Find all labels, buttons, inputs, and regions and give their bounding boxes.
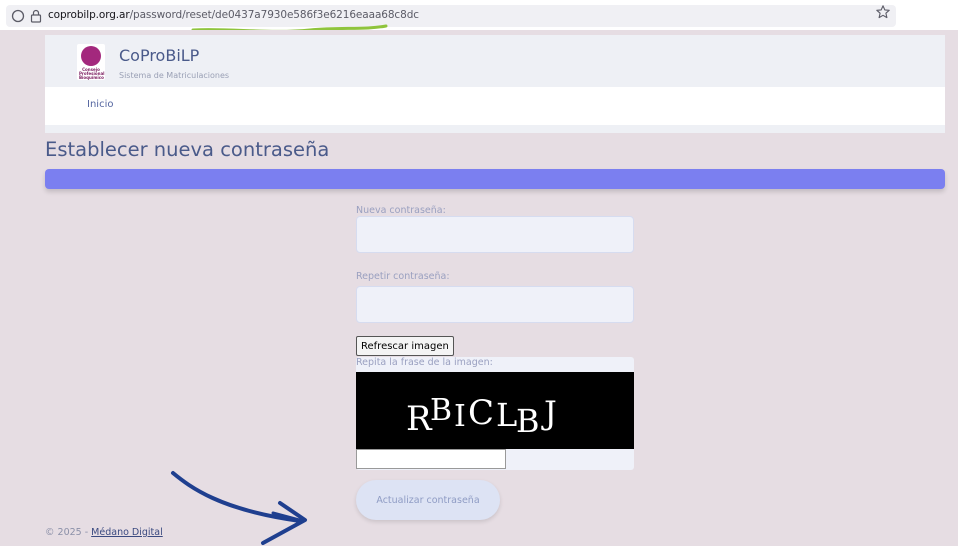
title-accent-bar (45, 169, 945, 189)
captcha-answer-input[interactable] (356, 449, 506, 469)
repeat-password-input[interactable] (356, 286, 634, 323)
svg-text:L: L (496, 396, 517, 434)
url-domain: coprobilp.org.ar (48, 9, 130, 21)
new-password-label: Nueva contraseña: (356, 205, 446, 216)
captcha-container: Repita la frase de la imagen: R B I C L … (356, 357, 634, 470)
brand-subtitle: Sistema de Matriculaciones (119, 71, 230, 80)
svg-text:B: B (430, 393, 452, 428)
footer-link-medano-digital[interactable]: Médano Digital (91, 527, 163, 538)
nav-item-inicio[interactable]: Inicio (87, 99, 113, 110)
svg-text:I: I (454, 399, 466, 434)
svg-text:R: R (406, 399, 433, 439)
shield-icon[interactable] (10, 8, 26, 24)
url-field[interactable]: coprobilp.org.ar/password/reset/de0437a7… (6, 5, 896, 27)
logo-text: Consejo Profesional Bioquímico (79, 67, 105, 80)
footer-copyright: © 2025 - (45, 527, 92, 538)
site-header: Consejo Profesional Bioquímico CoProBiLP… (45, 35, 945, 87)
lock-icon[interactable] (28, 8, 44, 24)
page-body: Consejo Profesional Bioquímico CoProBiLP… (0, 30, 958, 546)
bookmark-star-icon[interactable] (875, 4, 891, 20)
captcha-label: Repita la frase de la imagen: (356, 357, 493, 368)
brand-name[interactable]: CoProBiLP (119, 46, 199, 65)
browser-url-bar: coprobilp.org.ar/password/reset/de0437a7… (0, 0, 958, 33)
svg-text:J: J (541, 394, 557, 432)
captcha-image: R B I C L B J (356, 372, 634, 449)
logo-emblem-icon (81, 46, 101, 66)
svg-text:C: C (468, 393, 494, 433)
new-password-input[interactable] (356, 216, 634, 253)
brand-logo[interactable]: Consejo Profesional Bioquímico (77, 44, 105, 80)
svg-text:B: B (516, 402, 540, 440)
main-nav: Inicio (45, 87, 945, 125)
footer: © 2025 - Médano Digital (45, 527, 163, 538)
repeat-password-label: Repetir contraseña: (356, 271, 450, 282)
update-password-button[interactable]: Actualizar contraseña (356, 480, 500, 520)
annotation-arrow-icon (171, 471, 307, 545)
nav-divider (45, 125, 945, 133)
page-title: Establecer nueva contraseña (45, 138, 330, 161)
refresh-captcha-button[interactable]: Refrescar imagen (356, 336, 454, 356)
